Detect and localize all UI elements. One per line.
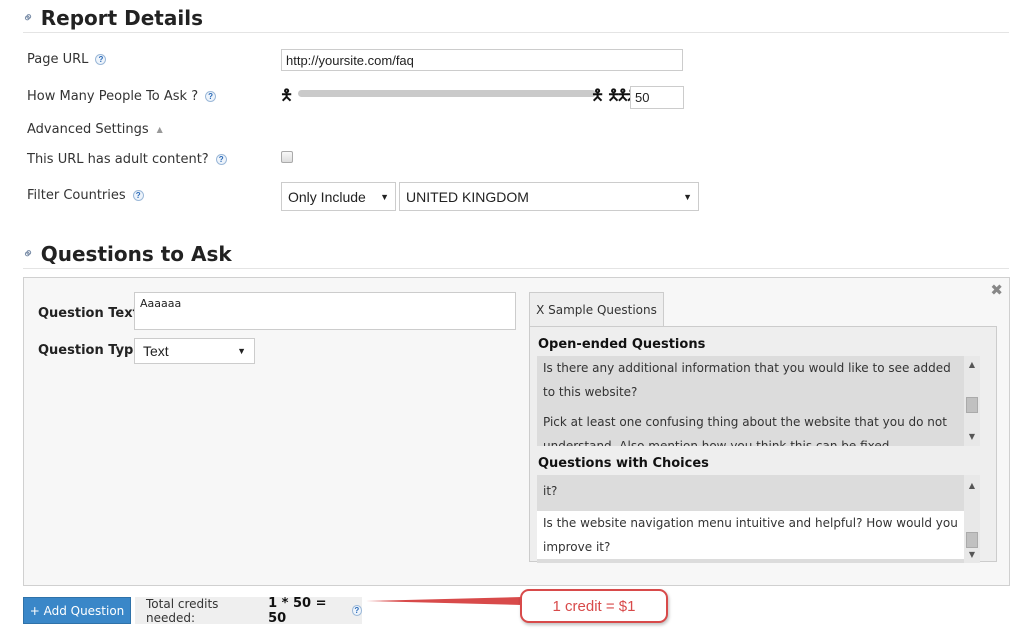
callout-pointer-shape [366,597,522,605]
callout-pointer [366,597,522,605]
credit-price-callout: 1 credit = $1 [520,589,668,623]
